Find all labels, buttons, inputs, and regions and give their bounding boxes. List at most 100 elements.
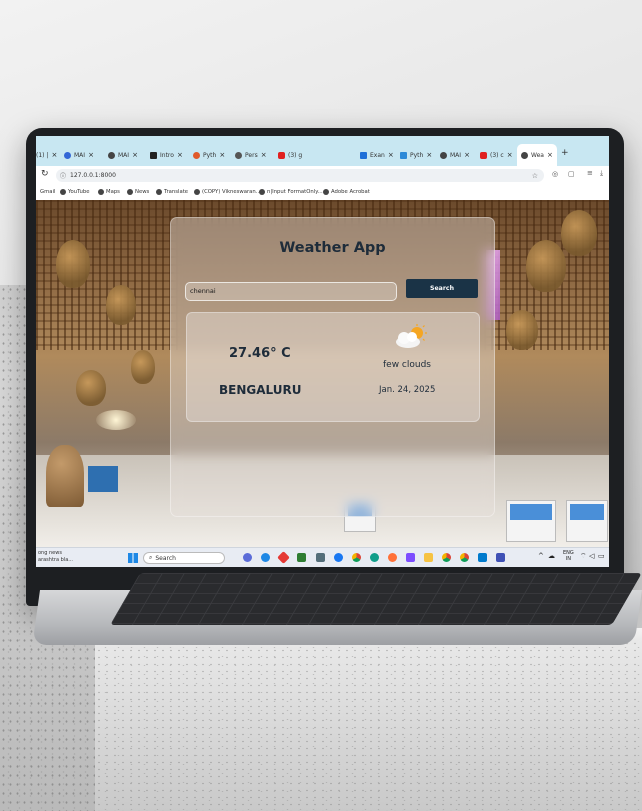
puzzle-icon[interactable]: ▢ [568,170,575,178]
temperature-value: 27.46° C [229,346,291,361]
tab-label: Pyth [410,151,424,159]
tab-10[interactable]: MAI × [440,147,470,163]
bookmark-adobe[interactable]: Adobe Acrobat [323,189,370,195]
chrome-icon[interactable] [442,553,451,562]
tab-8[interactable]: Exan × [360,147,394,163]
app-icon[interactable] [406,553,415,562]
close-icon[interactable]: × [261,151,267,159]
bookmark-label: Maps [106,189,120,195]
bookmark-maps[interactable]: Maps [98,189,120,195]
volume-icon[interactable]: ◁ [589,552,594,560]
laptop-screen: (1) | × MAI × MAI × Intro × Pyth × Pers × (3) … [36,136,609,567]
bookmark-copy[interactable]: (COPY) Vikneswaran... [194,189,261,195]
help-icon[interactable] [261,553,270,562]
camera-icon[interactable] [316,553,325,562]
vscode-icon[interactable] [478,553,487,562]
tab-3[interactable]: MAI × [108,147,138,163]
site-info-icon[interactable]: ⓘ [60,171,66,180]
download-icon[interactable]: ⤓ [600,169,603,178]
cloud-icon[interactable]: ☁ [548,552,555,560]
close-icon[interactable]: × [388,151,394,159]
globe-icon [127,189,133,195]
weather-result-panel: 27.46° C BENGALURU few clouds Jan. 24, 2… [186,312,480,422]
close-icon[interactable]: × [88,151,94,159]
close-icon[interactable]: × [219,151,225,159]
close-icon[interactable]: × [464,151,470,159]
news-widget[interactable]: ong news arashtra bla... [38,550,73,564]
youtube-icon [278,151,285,159]
favicon-icon [108,151,115,159]
laptop-keyboard [109,573,642,625]
background-sculpture [46,445,84,507]
url-field[interactable]: ⓘ 127.0.0.1:8000 ☆ [56,169,544,182]
bookmark-label: Gmail [40,189,56,195]
background-light [96,410,136,430]
pedestal-front [95,640,642,811]
tab-label: Exan [370,151,385,159]
globe-icon [60,189,66,195]
tab-9[interactable]: Pyth × [400,147,432,163]
bookmark-input-format[interactable]: n|Input FormatOnly... [259,189,323,195]
news-line: arashtra bla... [38,557,74,563]
favicon-icon [235,151,242,159]
tab-weather-active[interactable]: Wea × [517,144,557,166]
search-button[interactable]: Search [406,279,478,298]
app-icon[interactable] [496,553,505,562]
tab-label: MAI [118,151,130,159]
tab-11[interactable]: (3) c × [480,147,513,163]
battery-icon[interactable]: ▭ [598,552,605,560]
bookmark-gmail[interactable]: Gmail [40,189,55,195]
background-kiosk [566,500,608,542]
tab-2[interactable]: MAI × [64,147,94,163]
bookmark-label: YouTube [68,189,90,195]
wifi-icon[interactable]: ⌔ [580,552,587,561]
tab-5[interactable]: Pyth × [193,147,225,163]
tab-6[interactable]: Pers × [235,147,267,163]
reload-icon[interactable]: ↻ [41,169,49,179]
weather-card: Weather App chennai Search 27.46° C BENG… [170,217,495,517]
edge-icon[interactable] [370,553,379,562]
close-icon[interactable]: × [507,151,513,159]
bookmark-news[interactable]: News [127,189,149,195]
tab-label: Wea [531,151,544,159]
bookmark-label: News [135,189,150,195]
app-icon[interactable] [297,553,306,562]
folder-icon[interactable] [424,553,433,562]
city-search-input[interactable]: chennai [185,282,397,301]
taskbar: ong news arashtra bla... ⌕ Search ^ ☁ EN… [36,547,609,567]
tab-7[interactable]: (3) g [278,147,302,163]
web-page: Weather App chennai Search 27.46° C BENG… [36,200,609,547]
chrome-icon[interactable] [460,553,469,562]
copilot-icon[interactable] [243,553,252,562]
extensions-icon[interactable]: ◎ [552,170,558,178]
globe-icon [259,189,265,195]
taskbar-search[interactable]: ⌕ Search [143,552,225,564]
favicon-icon [360,151,367,159]
search-icon: ⌕ [149,554,153,561]
background-pod [56,240,90,288]
chevron-up-icon[interactable]: ^ [538,552,544,560]
bookmark-label: Adobe Acrobat [331,189,370,195]
language-indicator[interactable]: ENG IN [563,550,574,562]
new-tab-button[interactable]: + [561,145,569,161]
bookmark-youtube[interactable]: YouTube [60,189,90,195]
menu-icon[interactable]: ≡ [587,169,593,177]
close-icon[interactable]: × [547,151,553,159]
tab-1[interactable]: (1) | × [36,147,57,163]
chrome-icon[interactable] [352,553,361,562]
windows-start-icon[interactable] [128,553,138,563]
bookmark-translate[interactable]: Translate [156,189,188,195]
facebook-icon[interactable] [334,553,343,562]
close-icon[interactable]: × [426,151,432,159]
city-name: BENGALURU [219,383,302,397]
close-icon[interactable]: × [51,151,57,159]
background-display [88,466,118,492]
tab-4[interactable]: Intro × [150,147,183,163]
firefox-icon[interactable] [388,553,397,562]
app-icon[interactable] [277,551,290,564]
star-icon[interactable]: ☆ [532,172,538,180]
url-text: 127.0.0.1:8000 [70,172,116,179]
bookmark-label: (COPY) Vikneswaran... [202,189,261,195]
close-icon[interactable]: × [177,151,183,159]
close-icon[interactable]: × [132,151,138,159]
